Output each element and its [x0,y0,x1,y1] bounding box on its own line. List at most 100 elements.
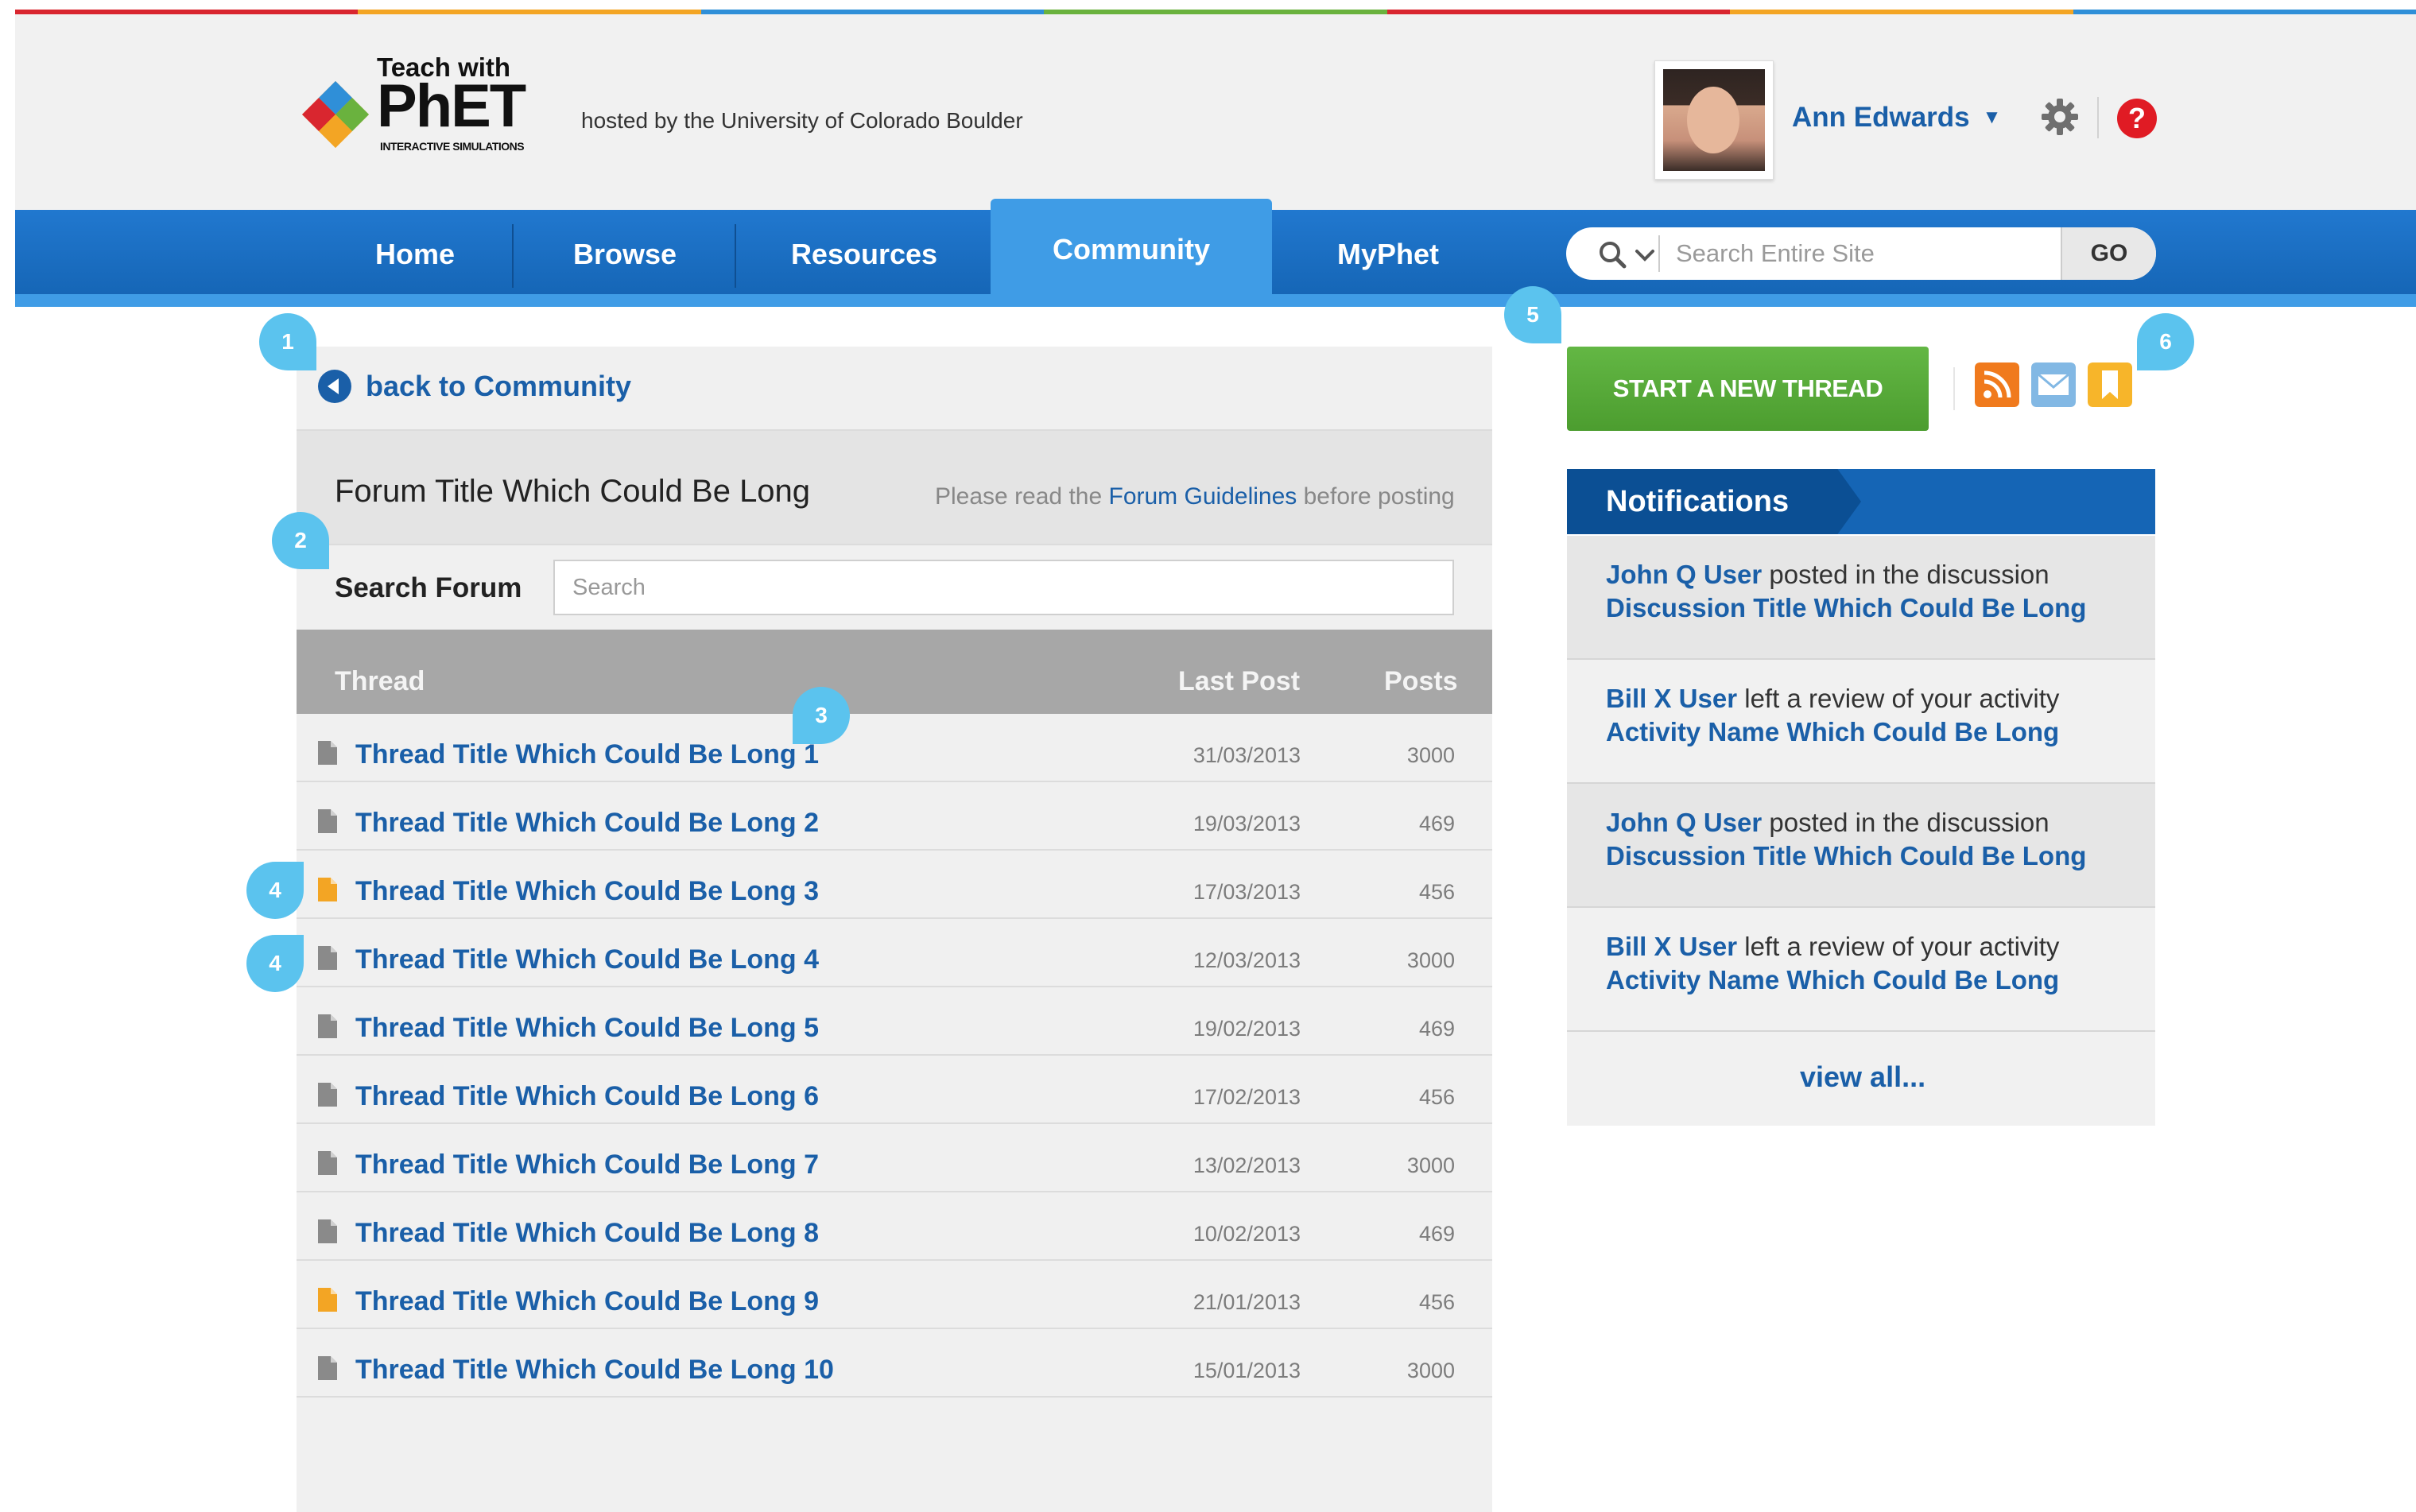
avatar[interactable] [1654,60,1774,180]
column-last-post[interactable]: Last Post [1178,666,1300,697]
notification-item-link[interactable]: Activity Name Which Could Be Long [1606,717,2059,747]
back-arrow-icon [318,370,351,403]
bookmark-icon[interactable] [2088,362,2132,407]
document-icon [318,1356,337,1380]
post-count: 469 [1418,812,1455,835]
thread-title-link[interactable]: Thread Title Which Could Be Long 9 [355,1286,819,1317]
post-count: 3000 [1406,743,1455,767]
chevron-down-icon[interactable] [1631,242,1658,269]
post-count: 3000 [1406,1153,1455,1177]
document-icon [318,1014,337,1038]
notification-item-link[interactable]: Discussion Title Which Could Be Long [1606,593,2086,623]
user-name: Ann Edwards [1792,102,1970,133]
go-button[interactable]: GO [2061,227,2156,280]
last-post-date: 12/03/2013 [1192,948,1301,972]
chevron-down-icon: ▼ [1982,107,2002,128]
user-menu[interactable]: Ann Edwards ▼ [1792,102,2001,134]
notification-user-link[interactable]: Bill X User [1606,932,1737,961]
thread-title-link[interactable]: Thread Title Which Could Be Long 1 [355,739,819,770]
search-forum-input[interactable] [553,560,1454,615]
post-count: 469 [1418,1017,1455,1041]
notification-item-link[interactable]: Activity Name Which Could Be Long [1606,965,2059,995]
thread-title-link[interactable]: Thread Title Which Could Be Long 2 [355,808,819,839]
thread-title-link[interactable]: Thread Title Which Could Be Long 6 [355,1081,819,1112]
nav-browse[interactable]: Browse [537,210,712,299]
site-search-input[interactable] [1666,229,2056,278]
notification-text: Bill X User left a review of your activi… [1606,684,2059,714]
view-all-link[interactable]: view all... [1800,1060,1925,1094]
document-icon [318,1151,337,1175]
thread-title-link[interactable]: Thread Title Which Could Be Long 8 [355,1218,819,1249]
post-count: 3000 [1406,1359,1455,1382]
search-divider [1658,235,1660,272]
notification-item-link[interactable]: Discussion Title Which Could Be Long [1606,841,2086,871]
document-icon [318,878,337,901]
nav-divider [512,224,514,288]
hosted-by-text: hosted by the University of Colorado Bou… [581,108,1023,133]
last-post-date: 19/03/2013 [1192,812,1301,835]
header-divider [2097,97,2099,138]
callout-badge: 4 [246,935,304,992]
notification-text: John Q User posted in the discussion [1606,808,2050,838]
thread-title-link[interactable]: Thread Title Which Could Be Long 4 [355,944,819,975]
avatar-photo [1663,69,1765,171]
nav-community[interactable]: Community [991,199,1272,299]
notification-action: left a review of your activity [1744,684,2060,713]
forum-guidelines-link[interactable]: Forum Guidelines [1109,483,1297,510]
forum-title: Forum Title Which Could Be Long [335,474,811,509]
notification-action: posted in the discussion [1769,560,2050,589]
divider [297,544,1492,545]
last-post-date: 17/02/2013 [1192,1085,1301,1109]
thread-table-header [297,630,1492,714]
column-posts[interactable]: Posts [1384,666,1458,697]
last-post-date: 21/01/2013 [1192,1290,1301,1314]
rss-icon[interactable] [1975,362,2019,407]
last-post-date: 10/02/2013 [1192,1222,1301,1246]
last-post-date: 31/03/2013 [1192,743,1301,767]
post-count: 456 [1418,1290,1455,1314]
phet-puzzle-icon [302,81,369,148]
logo-subtitle: INTERACTIVE SIMULATIONS [380,140,525,153]
document-icon [318,1288,337,1312]
nav-divider [735,224,736,288]
post-count: 469 [1418,1222,1455,1246]
email-icon[interactable] [2031,362,2076,407]
nav-resources[interactable]: Resources [763,210,965,299]
document-icon [318,946,337,970]
back-link-label: back to Community [366,370,632,402]
callout-badge: 1 [259,313,316,370]
callout-badge: 3 [793,687,850,744]
notification-action: left a review of your activity [1744,932,2060,961]
document-icon [318,809,337,833]
start-new-thread-button[interactable]: START A NEW THREAD [1567,347,1929,431]
last-post-date: 15/01/2013 [1192,1359,1301,1382]
forum-guidelines-note: Please read the Forum Guidelines before … [935,483,1455,510]
document-icon [318,741,337,765]
help-icon[interactable]: ? [2117,99,2157,138]
thread-title-link[interactable]: Thread Title Which Could Be Long 3 [355,876,819,907]
nav-home[interactable]: Home [342,210,488,299]
nav-myphet[interactable]: MyPhet [1294,210,1482,299]
thread-title-link[interactable]: Thread Title Which Could Be Long 10 [355,1355,834,1386]
back-to-community-link[interactable]: back to Community [318,370,631,403]
gear-icon[interactable] [2040,97,2080,137]
column-thread[interactable]: Thread [335,666,425,697]
post-count: 456 [1418,1085,1455,1109]
callout-badge: 5 [1504,286,1561,343]
notification-user-link[interactable]: Bill X User [1606,684,1737,713]
thread-title-link[interactable]: Thread Title Which Could Be Long 5 [355,1013,819,1044]
callout-badge: 6 [2137,313,2194,370]
divider [1953,367,1955,410]
notifications-title: Notifications [1606,485,1790,518]
last-post-date: 17/03/2013 [1192,880,1301,904]
callout-badge: 2 [272,512,329,569]
search-icon[interactable] [1598,240,1627,269]
thread-title-link[interactable]: Thread Title Which Could Be Long 7 [355,1150,819,1181]
callout-badge: 4 [246,862,304,919]
notification-user-link[interactable]: John Q User [1606,808,1762,837]
logo-name: PhET [377,72,526,140]
notification-text: Bill X User left a review of your activi… [1606,932,2059,962]
notification-text: John Q User posted in the discussion [1606,560,2050,590]
notification-user-link[interactable]: John Q User [1606,560,1762,589]
last-post-date: 19/02/2013 [1192,1017,1301,1041]
